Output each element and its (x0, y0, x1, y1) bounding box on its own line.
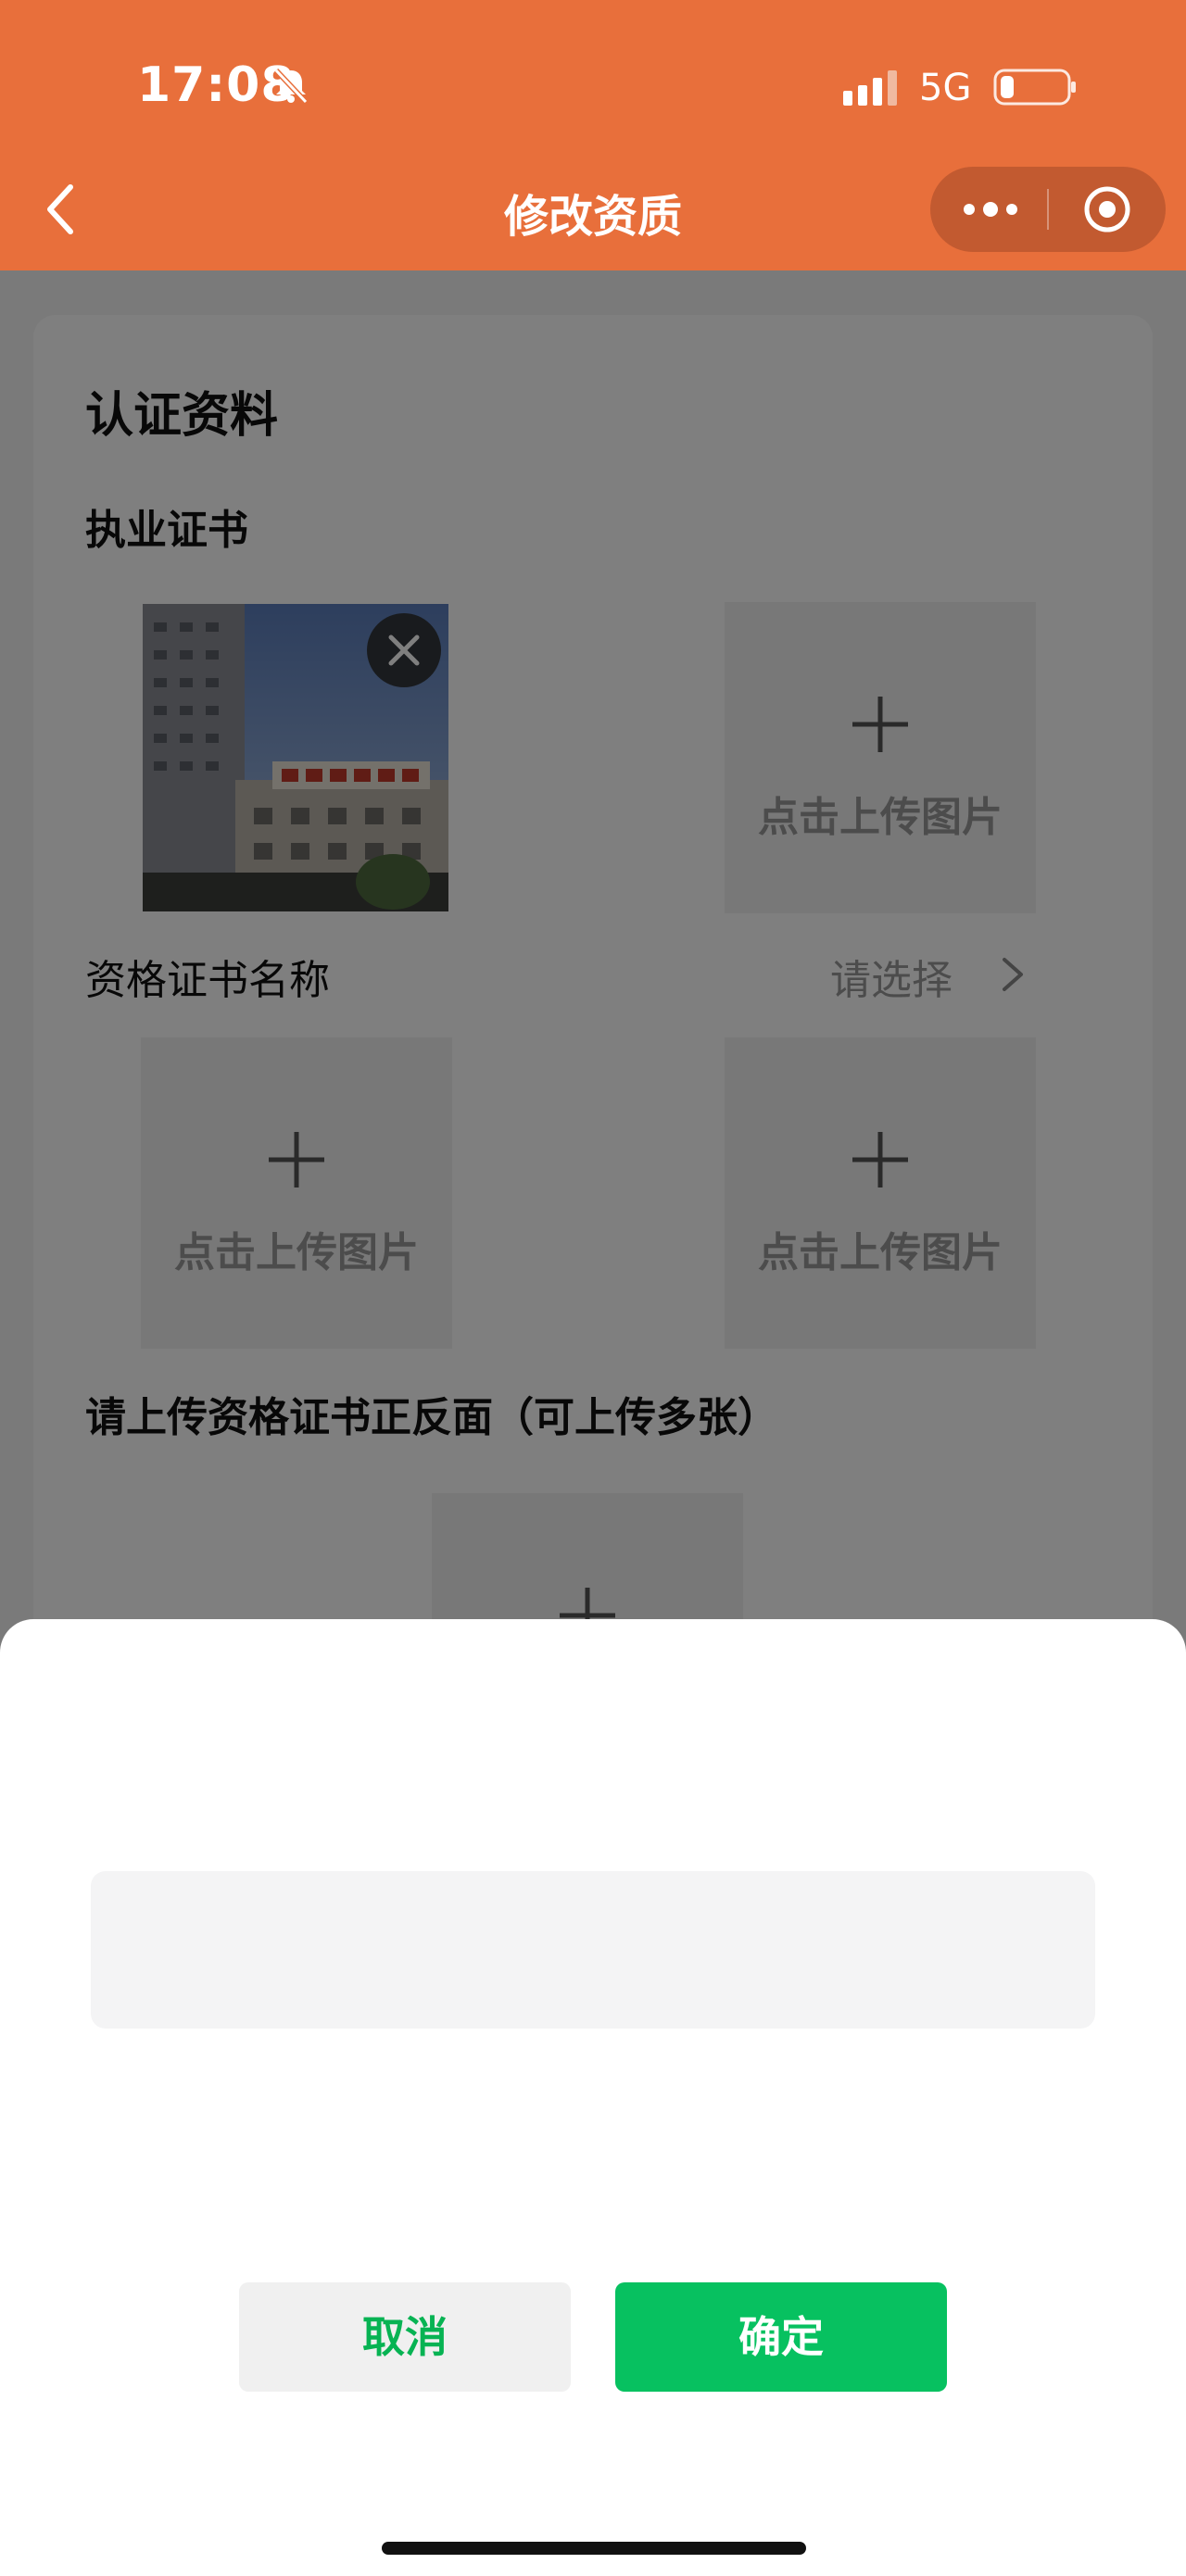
cancel-button[interactable]: 取消 (239, 2282, 571, 2392)
capsule-divider (1047, 189, 1049, 230)
bell-mute-icon (273, 68, 309, 105)
dialog-text-input[interactable] (91, 1871, 1095, 2029)
signal-icon (843, 70, 897, 106)
battery-icon (993, 69, 1076, 106)
header-bar: 17:08 5G 修改资质 (0, 0, 1186, 270)
mini-program-capsule (930, 167, 1166, 252)
home-indicator (382, 2542, 806, 2555)
bottom-sheet-dialog: 取消 确定 (0, 1619, 1186, 2576)
target-icon[interactable] (1080, 185, 1134, 233)
more-icon[interactable] (958, 185, 1023, 233)
confirm-button[interactable]: 确定 (615, 2282, 947, 2392)
network-label: 5G (919, 67, 972, 109)
